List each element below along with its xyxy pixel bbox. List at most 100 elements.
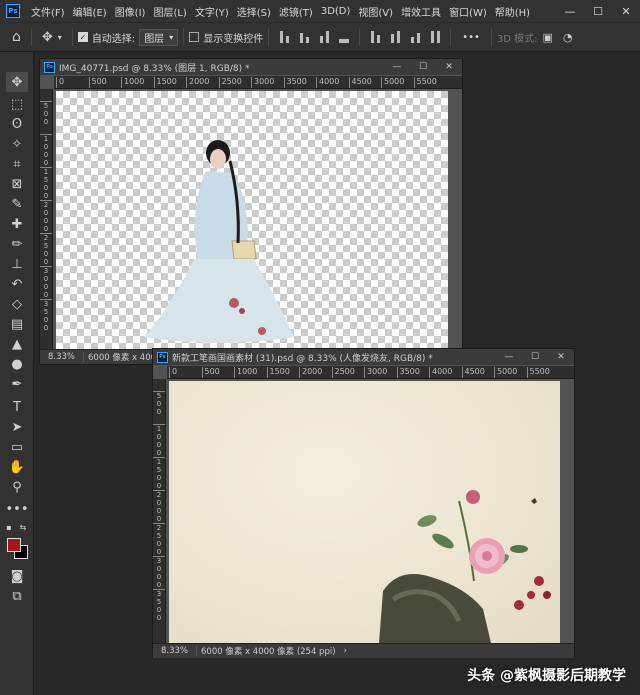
photoshop-logo-icon: Ps — [6, 4, 20, 18]
hand-tool-icon[interactable]: ✋ — [6, 457, 28, 477]
3d-roll-icon[interactable]: ◔ — [563, 31, 573, 44]
3d-rotate-icon[interactable]: ▣ — [543, 31, 553, 44]
document-window-1[interactable]: Ps IMG_40771.psd @ 8.33% (图层 1, RGB/8) *… — [39, 58, 463, 365]
ruler-tick-label: 500 — [201, 367, 220, 378]
dodge-tool-icon[interactable]: ● — [6, 354, 28, 374]
menu-window[interactable]: 窗口(W) — [445, 4, 491, 19]
ruler-tick-label: 3500 — [396, 367, 420, 378]
maximize-button[interactable]: ☐ — [584, 0, 612, 22]
menu-layer[interactable]: 图层(L) — [149, 4, 190, 19]
distribute-icon[interactable] — [338, 31, 350, 43]
edit-toolbar-icon[interactable]: ••• — [6, 499, 29, 519]
document-2-titlebar[interactable]: Ps 新款工笔画国画素材 (31).psd @ 8.33% (人像发烧友, RG… — [153, 349, 574, 365]
document-info[interactable]: 6000 像素 x 4000 像素 (254 ppi) — [197, 645, 340, 657]
blur-tool-icon[interactable]: ▲ — [6, 334, 28, 354]
rectangle-tool-icon[interactable]: ▭ — [6, 437, 28, 457]
pen-tool-icon[interactable]: ✒ — [6, 374, 28, 394]
eyedropper-tool-icon[interactable]: ✎ — [6, 194, 28, 214]
lasso-tool-icon[interactable]: ʘ — [6, 114, 28, 134]
frame-tool-icon[interactable]: ⊠ — [6, 174, 28, 194]
document-1-title: IMG_40771.psd @ 8.33% (图层 1, RGB/8) * — [59, 63, 250, 74]
move-tool-preset-icon[interactable]: ✥ — [42, 30, 53, 45]
ruler-tick-label: 4500 — [348, 77, 372, 88]
type-tool-icon[interactable]: T — [6, 397, 28, 417]
doc2-close-button[interactable]: ✕ — [548, 349, 574, 365]
align-top-icon[interactable] — [369, 31, 381, 43]
align-vertical-center-icon[interactable] — [389, 31, 401, 43]
minimize-button[interactable]: — — [556, 0, 584, 22]
history-brush-tool-icon[interactable]: ↶ — [6, 274, 28, 294]
ruler-tick-label: 3000 — [364, 367, 387, 378]
layer-group-select[interactable]: 图层 ▾ — [139, 28, 179, 46]
magic-wand-tool-icon[interactable]: ✧ — [6, 134, 28, 154]
foreground-color-swatch[interactable] — [7, 538, 21, 552]
divider — [268, 28, 270, 46]
close-button[interactable]: ✕ — [612, 0, 640, 22]
align-horizontal-center-icon[interactable] — [298, 31, 310, 43]
transparent-canvas[interactable] — [56, 91, 448, 349]
chevron-down-icon: ▾ — [169, 32, 174, 42]
ruler-tick-label: 3 0 0 0 — [40, 266, 52, 299]
doc2-maximize-button[interactable]: ☐ — [522, 349, 548, 365]
ruler-tick-label: 1 0 0 0 — [153, 424, 165, 457]
menu-select[interactable]: 选择(S) — [233, 4, 275, 19]
more-options-button[interactable]: ••• — [462, 32, 480, 43]
menu-view[interactable]: 视图(V) — [354, 4, 397, 19]
menu-plugins[interactable]: 增效工具 — [397, 4, 445, 19]
path-selection-tool-icon[interactable]: ➤ — [6, 417, 28, 437]
auto-select-checkbox[interactable]: ✓ — [77, 32, 88, 42]
clone-stamp-tool-icon[interactable]: ⊥ — [6, 254, 28, 274]
show-transform-controls-label: 显示变换控件 — [203, 33, 264, 45]
vertical-ruler[interactable]: 5 0 0 1 0 0 01 5 0 02 0 0 02 5 0 03 0 0 0… — [40, 89, 53, 349]
zoom-level[interactable]: 8.33% — [153, 646, 198, 656]
status-menu-arrow-icon[interactable]: › — [340, 646, 351, 656]
menu-type[interactable]: 文字(Y) — [191, 4, 233, 19]
screen-mode-icon[interactable]: ⧉ — [6, 586, 28, 606]
gradient-tool-icon[interactable]: ▤ — [6, 314, 28, 334]
ruler-tick-label: 4000 — [316, 77, 339, 88]
zoom-level[interactable]: 8.33% — [40, 352, 85, 362]
crop-tool-icon[interactable]: ⌗ — [6, 154, 28, 174]
default-colors-icon[interactable]: ▪ — [4, 522, 14, 532]
ruler-tick-label: 1000 — [234, 367, 257, 378]
horizontal-ruler[interactable]: 0 500 1000 1500 2000 2500 3000 3500 4000 4500 5000… — [54, 76, 462, 89]
document-window-2[interactable]: Ps 新款工笔画国画素材 (31).psd @ 8.33% (人像发烧友, RG… — [152, 348, 575, 658]
menu-file[interactable]: 文件(F) — [27, 4, 69, 19]
eraser-tool-icon[interactable]: ◇ — [6, 294, 28, 314]
home-icon[interactable]: ⌂ — [12, 29, 21, 45]
align-bottom-icon[interactable] — [409, 31, 421, 43]
marquee-tool-icon[interactable]: ⬚ — [6, 94, 28, 114]
menu-filter[interactable]: 滤镜(T) — [275, 4, 317, 19]
healing-brush-tool-icon[interactable]: ✚ — [6, 214, 28, 234]
document-1-titlebar[interactable]: Ps IMG_40771.psd @ 8.33% (图层 1, RGB/8) *… — [40, 59, 462, 75]
vertical-ruler[interactable]: 5 0 0 1 0 0 01 5 0 02 0 0 02 5 0 03 0 0 0… — [153, 379, 166, 643]
doc1-close-button[interactable]: ✕ — [436, 59, 462, 75]
ruler-tick-label: 1500 — [153, 77, 177, 88]
watermark: 头条 @紫枫摄影后期教学 — [467, 668, 626, 684]
menu-image[interactable]: 图像(I) — [111, 4, 150, 19]
brush-tool-icon[interactable]: ✏ — [6, 234, 28, 254]
ruler-tick-label: 5 0 0 — [40, 101, 52, 126]
align-right-icon[interactable] — [318, 31, 330, 43]
doc1-maximize-button[interactable]: ☐ — [410, 59, 436, 75]
move-tool-icon[interactable]: ✥ — [6, 72, 28, 92]
ruler-tick-label: 0 — [169, 367, 177, 378]
ruler-tick-label: 1000 — [121, 77, 144, 88]
auto-select-label: 自动选择: — [91, 33, 136, 45]
swap-colors-icon[interactable]: ⇆ — [18, 522, 28, 532]
document-1-controls: — ☐ ✕ — [384, 59, 462, 75]
menu-edit[interactable]: 编辑(E) — [69, 4, 111, 19]
ruler-tick-label: 5 0 0 — [153, 391, 165, 416]
quick-mask-icon[interactable]: ◙ — [6, 566, 28, 586]
painting-canvas[interactable] — [169, 381, 560, 643]
menu-help[interactable]: 帮助(H) — [491, 4, 534, 19]
chevron-down-icon[interactable]: ▾ — [58, 33, 62, 42]
distribute-vertical-icon[interactable] — [429, 31, 441, 43]
show-transform-controls-checkbox[interactable] — [189, 32, 200, 42]
align-left-icon[interactable] — [278, 31, 290, 43]
doc2-minimize-button[interactable]: — — [496, 349, 522, 365]
zoom-tool-icon[interactable]: ⚲ — [6, 477, 28, 497]
horizontal-ruler[interactable]: 0 500 1000 1500 2000 2500 3000 3500 4000 4500 5000… — [167, 366, 574, 379]
doc1-minimize-button[interactable]: — — [384, 59, 410, 75]
menu-3d[interactable]: 3D(D) — [317, 6, 355, 17]
